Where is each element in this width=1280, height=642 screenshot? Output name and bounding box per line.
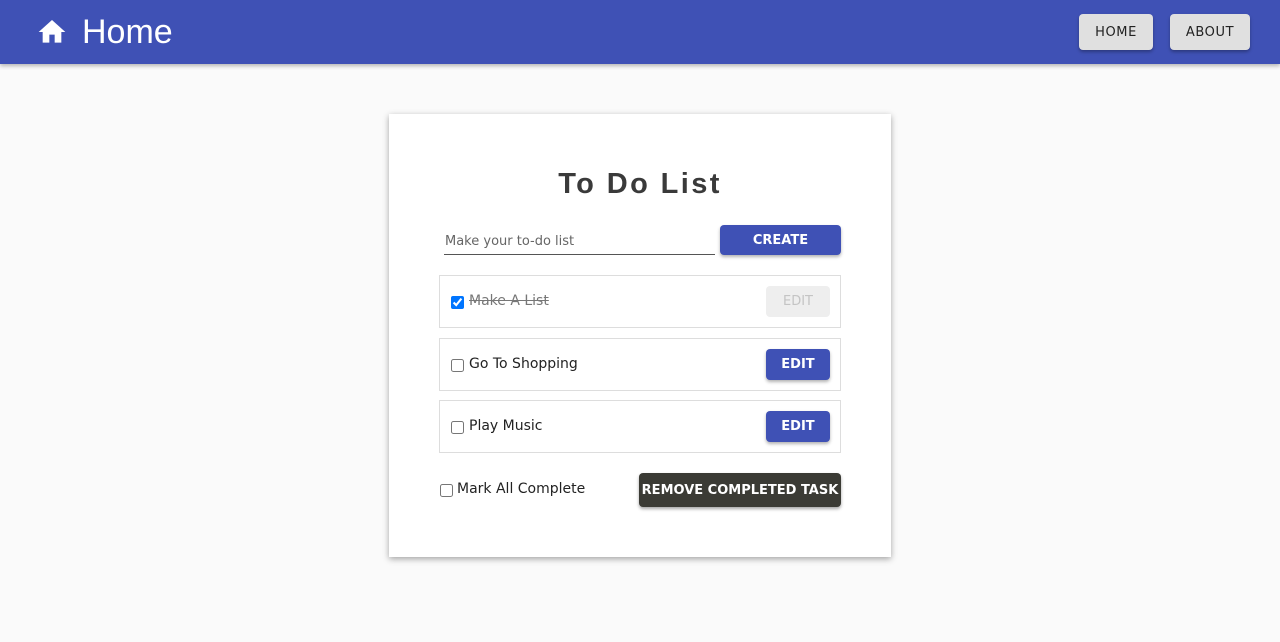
remove-completed-button[interactable]: REMOVE COMPLETED TASK	[639, 473, 841, 507]
edit-button[interactable]: EDIT	[766, 349, 830, 380]
page-title: Home	[82, 13, 173, 51]
brand: Home	[36, 12, 173, 52]
app-bar: Home HOME ABOUT	[0, 0, 1280, 64]
task-checkbox[interactable]	[451, 421, 464, 434]
todo-input[interactable]	[444, 228, 715, 255]
task-label: Go To Shopping	[469, 356, 578, 372]
create-button[interactable]: CREATE	[720, 225, 841, 255]
task-item: Go To Shopping EDIT	[439, 338, 841, 391]
home-nav-button[interactable]: HOME	[1079, 14, 1153, 50]
task-checkbox[interactable]	[451, 296, 464, 309]
about-nav-button[interactable]: ABOUT	[1170, 14, 1250, 50]
task-checkbox[interactable]	[451, 359, 464, 372]
mark-all-label: Mark All Complete	[457, 481, 586, 497]
todo-card: To Do List CREATE Make A List EDIT Go To…	[389, 114, 891, 557]
home-icon	[36, 16, 68, 48]
mark-all-checkbox[interactable]	[440, 484, 453, 497]
task-label: Make A List	[469, 293, 549, 309]
task-item: Make A List EDIT	[439, 275, 841, 328]
edit-button[interactable]: EDIT	[766, 286, 830, 317]
todo-title: To Do List	[558, 168, 722, 200]
task-label: Play Music	[469, 418, 543, 434]
edit-button[interactable]: EDIT	[766, 411, 830, 442]
task-item: Play Music EDIT	[439, 400, 841, 453]
